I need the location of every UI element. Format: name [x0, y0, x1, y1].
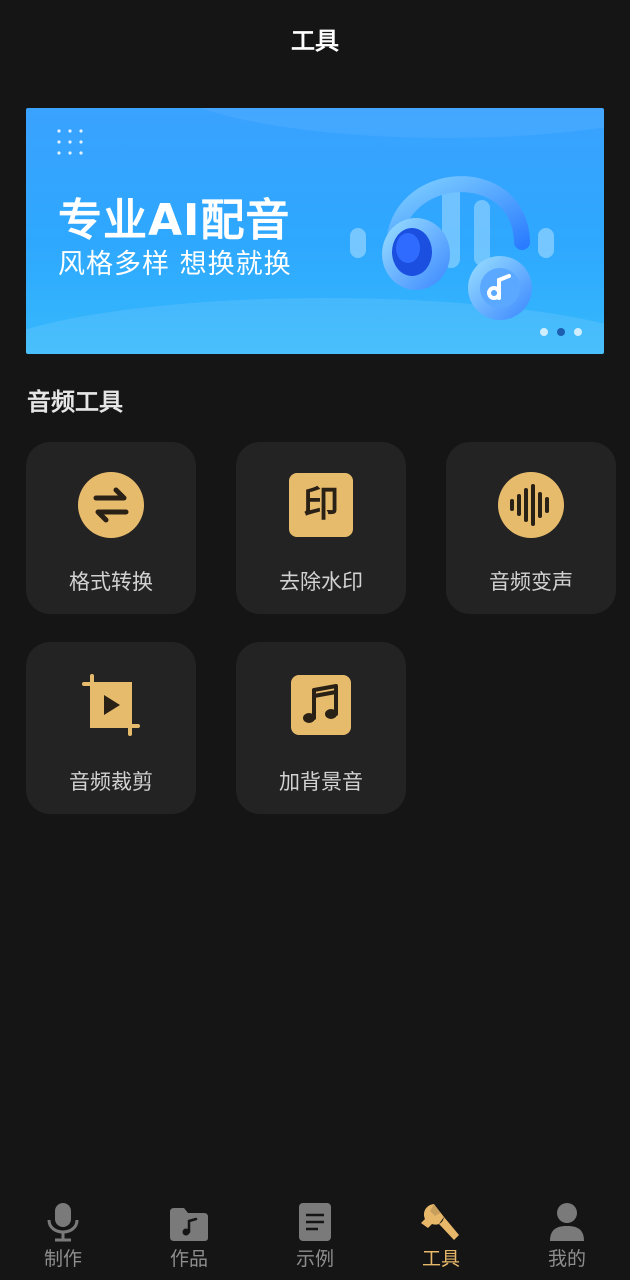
header: 工具 [0, 0, 630, 76]
tool-card-audio-crop[interactable]: 音频裁剪 [26, 642, 196, 814]
nav-item-tools[interactable]: 工具 [378, 1190, 504, 1280]
banner-subtitle: 风格多样 想换就换 [58, 249, 292, 280]
nav-item-examples[interactable]: 示例 [252, 1190, 378, 1280]
nav-label: 制作 [43, 1248, 82, 1270]
bottom-nav: 制作 作品 示例 工具 我的 [0, 1190, 630, 1280]
tool-label: 去除水印 [279, 570, 363, 594]
nav-item-mine[interactable]: 我的 [504, 1190, 630, 1280]
microphone-icon [46, 1198, 80, 1242]
swap-arrows-icon [78, 472, 144, 538]
banner-title: 专业AI配音 [58, 195, 291, 246]
stamp-yin-icon: 印 [288, 472, 354, 538]
section-title: 音频工具 [27, 388, 123, 416]
pager-dot[interactable] [574, 328, 582, 336]
sound-wave-icon [498, 472, 564, 538]
dot-grid-icon [57, 129, 83, 155]
nav-label: 作品 [169, 1248, 208, 1270]
crop-play-icon [78, 672, 144, 738]
pager-dot[interactable] [540, 328, 548, 336]
document-icon [298, 1198, 332, 1242]
nav-item-make[interactable]: 制作 [0, 1190, 126, 1280]
tool-label: 音频变声 [489, 570, 573, 594]
tool-label: 音频裁剪 [69, 770, 153, 794]
music-note-icon [288, 672, 354, 738]
nav-label: 我的 [547, 1248, 586, 1270]
nav-item-works[interactable]: 作品 [126, 1190, 252, 1280]
banner-wave-decoration [146, 108, 604, 138]
tool-card-format-convert[interactable]: 格式转换 [26, 442, 196, 614]
page-title: 工具 [291, 26, 339, 55]
music-folder-icon [169, 1198, 209, 1242]
tool-card-add-bgm[interactable]: 加背景音 [236, 642, 406, 814]
wrench-icon [420, 1198, 462, 1242]
headphones-illustration-icon [350, 176, 554, 320]
tool-label: 加背景音 [279, 770, 363, 794]
promo-banner[interactable]: 专业AI配音 风格多样 想换就换 [26, 108, 604, 354]
nav-label: 工具 [421, 1248, 460, 1270]
banner-pager [540, 328, 582, 336]
tool-label: 格式转换 [69, 570, 153, 594]
tool-card-remove-watermark[interactable]: 印 去除水印 [236, 442, 406, 614]
pager-dot-active[interactable] [557, 328, 565, 336]
tool-card-voice-change[interactable]: 音频变声 [446, 442, 616, 614]
user-icon [549, 1198, 585, 1242]
nav-label: 示例 [295, 1248, 334, 1270]
stamp-glyph: 印 [302, 484, 339, 525]
